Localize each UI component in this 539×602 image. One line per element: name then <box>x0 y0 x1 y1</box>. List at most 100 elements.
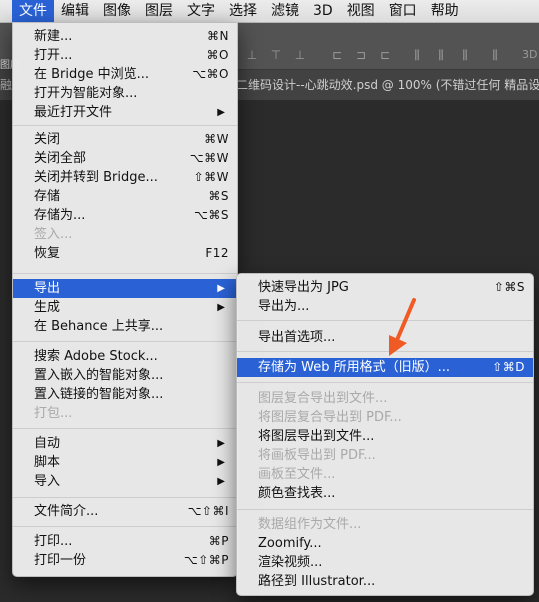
menu-image[interactable]: 图像 <box>96 0 138 22</box>
menu-item-scripts[interactable]: 脚本 ▶ <box>13 453 237 472</box>
menu-item-data-sets-as-files: 数据组作为文件... <box>237 515 533 534</box>
menu-item-revert[interactable]: 恢复 F12 <box>13 244 237 263</box>
menu-item-import[interactable]: 导入 ▶ <box>13 472 237 491</box>
menu-item-label: 画板至文件... <box>258 467 336 482</box>
menu-item-close-all[interactable]: 关闭全部 ⌥⌘W <box>13 149 237 168</box>
menubar: 文件 编辑 图像 图层 文字 选择 滤镜 3D 视图 窗口 帮助 <box>0 0 539 23</box>
menu-item-label: 置入嵌入的智能对象... <box>34 368 164 383</box>
menu-separator <box>13 428 237 429</box>
menu-item-place-linked[interactable]: 置入链接的智能对象... <box>13 385 237 404</box>
menu-3d[interactable]: 3D <box>306 0 340 22</box>
menu-layer[interactable]: 图层 <box>138 0 180 22</box>
submenu-arrow-icon: ▶ <box>217 457 225 468</box>
align-icon[interactable]: ⫼ <box>458 48 472 62</box>
align-icon[interactable]: ⊐ <box>354 48 368 62</box>
menu-item-layer-comps-to-files: 图层复合导出到文件... <box>237 389 533 408</box>
menu-item-artboards-to-files: 画板至文件... <box>237 465 533 484</box>
menu-item-close-and-go-to-bridge[interactable]: 关闭并转到 Bridge... ⇧⌘W <box>13 168 237 187</box>
menu-type[interactable]: 文字 <box>180 0 222 22</box>
menu-item-label: 存储为... <box>34 208 86 223</box>
align-icon[interactable]: ⊥ <box>293 48 307 62</box>
menu-item-label: 生成 <box>34 300 61 315</box>
menu-view[interactable]: 视图 <box>340 0 382 22</box>
menu-item-zoomify[interactable]: Zoomify... <box>237 534 533 553</box>
document-tab-title[interactable]: 二维码设计--心跳动效.psd @ 100% (不错过任何 精品设计 <box>236 76 539 93</box>
submenu-arrow-icon: ▶ <box>217 476 225 487</box>
menu-item-open-as-smart-object[interactable]: 打开为智能对象... <box>13 84 237 103</box>
menu-item-file-info[interactable]: 文件简介... ⌥⇧⌘I <box>13 502 237 521</box>
align-icon[interactable]: ⊤ <box>269 48 283 62</box>
align-icon[interactable]: ⊏ <box>330 48 344 62</box>
menu-separator <box>13 526 237 527</box>
menu-item-shortcut: ⌘O <box>206 48 229 62</box>
menu-item-print[interactable]: 打印... ⌘P <box>13 532 237 551</box>
menu-window[interactable]: 窗口 <box>382 0 424 22</box>
menu-item-label: 快速导出为 JPG <box>258 280 349 295</box>
menu-separator <box>237 351 533 352</box>
menu-item-generate[interactable]: 生成 ▶ <box>13 298 237 317</box>
apple-menu-icon[interactable] <box>0 0 12 22</box>
export-submenu: 快速导出为 JPG ⇧⌘S 导出为... 导出首选项... 存储为 Web 所用格式（旧… <box>236 273 534 596</box>
menu-item-label: 导入 <box>34 474 61 489</box>
menu-item-layers-to-files[interactable]: 将图层导出到文件... <box>237 427 533 446</box>
menu-item-open[interactable]: 打开... ⌘O <box>13 46 237 65</box>
menu-item-render-video[interactable]: 渲染视频... <box>237 553 533 572</box>
menu-item-label: 在 Bridge 中浏览... <box>34 67 150 82</box>
menu-item-label: 搜索 Adobe Stock... <box>34 349 158 364</box>
menu-item-label: 脚本 <box>34 455 61 470</box>
menu-file[interactable]: 文件 <box>12 0 54 22</box>
menu-item-label: 存储为 Web 所用格式（旧版）... <box>258 360 451 375</box>
menu-item-shortcut: ⌥⇧⌘P <box>183 553 229 567</box>
align-icon[interactable]: ⫼ <box>434 48 448 62</box>
menu-item-layer-comps-to-pdf: 将图层复合导出到 PDF... <box>237 408 533 427</box>
menu-item-automate[interactable]: 自动 ▶ <box>13 434 237 453</box>
align-icon[interactable]: ⫼ <box>488 48 502 62</box>
align-icon[interactable]: ⊏ <box>378 48 392 62</box>
menu-filter[interactable]: 滤镜 <box>264 0 306 22</box>
3d-mode-label[interactable]: 3D <box>522 48 537 61</box>
menu-item-share-on-behance[interactable]: 在 Behance 上共享... <box>13 317 237 336</box>
menu-item-export-preferences[interactable]: 导出首选项... <box>237 328 533 347</box>
menu-item-new[interactable]: 新建... ⌘N <box>13 27 237 46</box>
menu-help[interactable]: 帮助 <box>424 0 466 22</box>
menu-item-label: 最近打开文件 <box>34 105 113 120</box>
align-icon[interactable]: ⫼ <box>410 48 424 62</box>
tab-fragment: 融 <box>0 78 13 92</box>
align-icon[interactable]: ⊥ <box>245 48 259 62</box>
menu-item-export[interactable]: 导出 ▶ <box>13 279 237 298</box>
menu-separator <box>237 320 533 321</box>
menu-item-color-lookup-tables[interactable]: 颜色查找表... <box>237 484 533 503</box>
menu-item-save-for-web[interactable]: 存储为 Web 所用格式（旧版）... ⇧⌘D <box>237 358 533 377</box>
submenu-arrow-icon: ▶ <box>217 302 225 313</box>
menu-item-shortcut: ⌘N <box>207 29 229 43</box>
menu-item-label: 将画板导出到 PDF... <box>258 448 376 463</box>
menu-item-label: 打印一份 <box>34 553 87 568</box>
submenu-arrow-icon: ▶ <box>217 107 225 118</box>
menu-select[interactable]: 选择 <box>222 0 264 22</box>
menu-item-label: 置入链接的智能对象... <box>34 387 164 402</box>
menu-item-shortcut: ⌘S <box>208 189 229 203</box>
menu-item-save[interactable]: 存储 ⌘S <box>13 187 237 206</box>
menu-edit[interactable]: 编辑 <box>54 0 96 22</box>
menu-item-label: 颜色查找表... <box>258 486 336 501</box>
menu-item-close[interactable]: 关闭 ⌘W <box>13 130 237 149</box>
menu-item-print-one-copy[interactable]: 打印一份 ⌥⇧⌘P <box>13 551 237 570</box>
menu-item-label: 打开... <box>34 48 73 63</box>
menu-item-open-recent[interactable]: 最近打开文件 ▶ <box>13 103 237 122</box>
menu-item-check-in: 签入... <box>13 225 237 244</box>
menu-item-paths-to-illustrator[interactable]: 路径到 Illustrator... <box>237 572 533 591</box>
menu-item-quick-export-jpg[interactable]: 快速导出为 JPG ⇧⌘S <box>237 278 533 297</box>
menu-separator <box>13 341 237 342</box>
menu-item-label: 导出 <box>34 281 61 296</box>
menu-item-export-as[interactable]: 导出为... <box>237 297 533 316</box>
menu-item-shortcut: ⌘P <box>208 534 229 548</box>
menu-item-label: 路径到 Illustrator... <box>258 574 376 589</box>
menu-item-label: 恢复 <box>34 246 61 261</box>
menu-item-browse-in-bridge[interactable]: 在 Bridge 中浏览... ⌥⌘O <box>13 65 237 84</box>
menu-item-search-adobe-stock[interactable]: 搜索 Adobe Stock... <box>13 347 237 366</box>
menu-item-label: 数据组作为文件... <box>258 517 362 532</box>
menu-item-label: 存储 <box>34 189 61 204</box>
menu-item-place-embedded[interactable]: 置入嵌入的智能对象... <box>13 366 237 385</box>
menu-item-label: 自动 <box>34 436 61 451</box>
menu-item-save-as[interactable]: 存储为... ⌥⌘S <box>13 206 237 225</box>
